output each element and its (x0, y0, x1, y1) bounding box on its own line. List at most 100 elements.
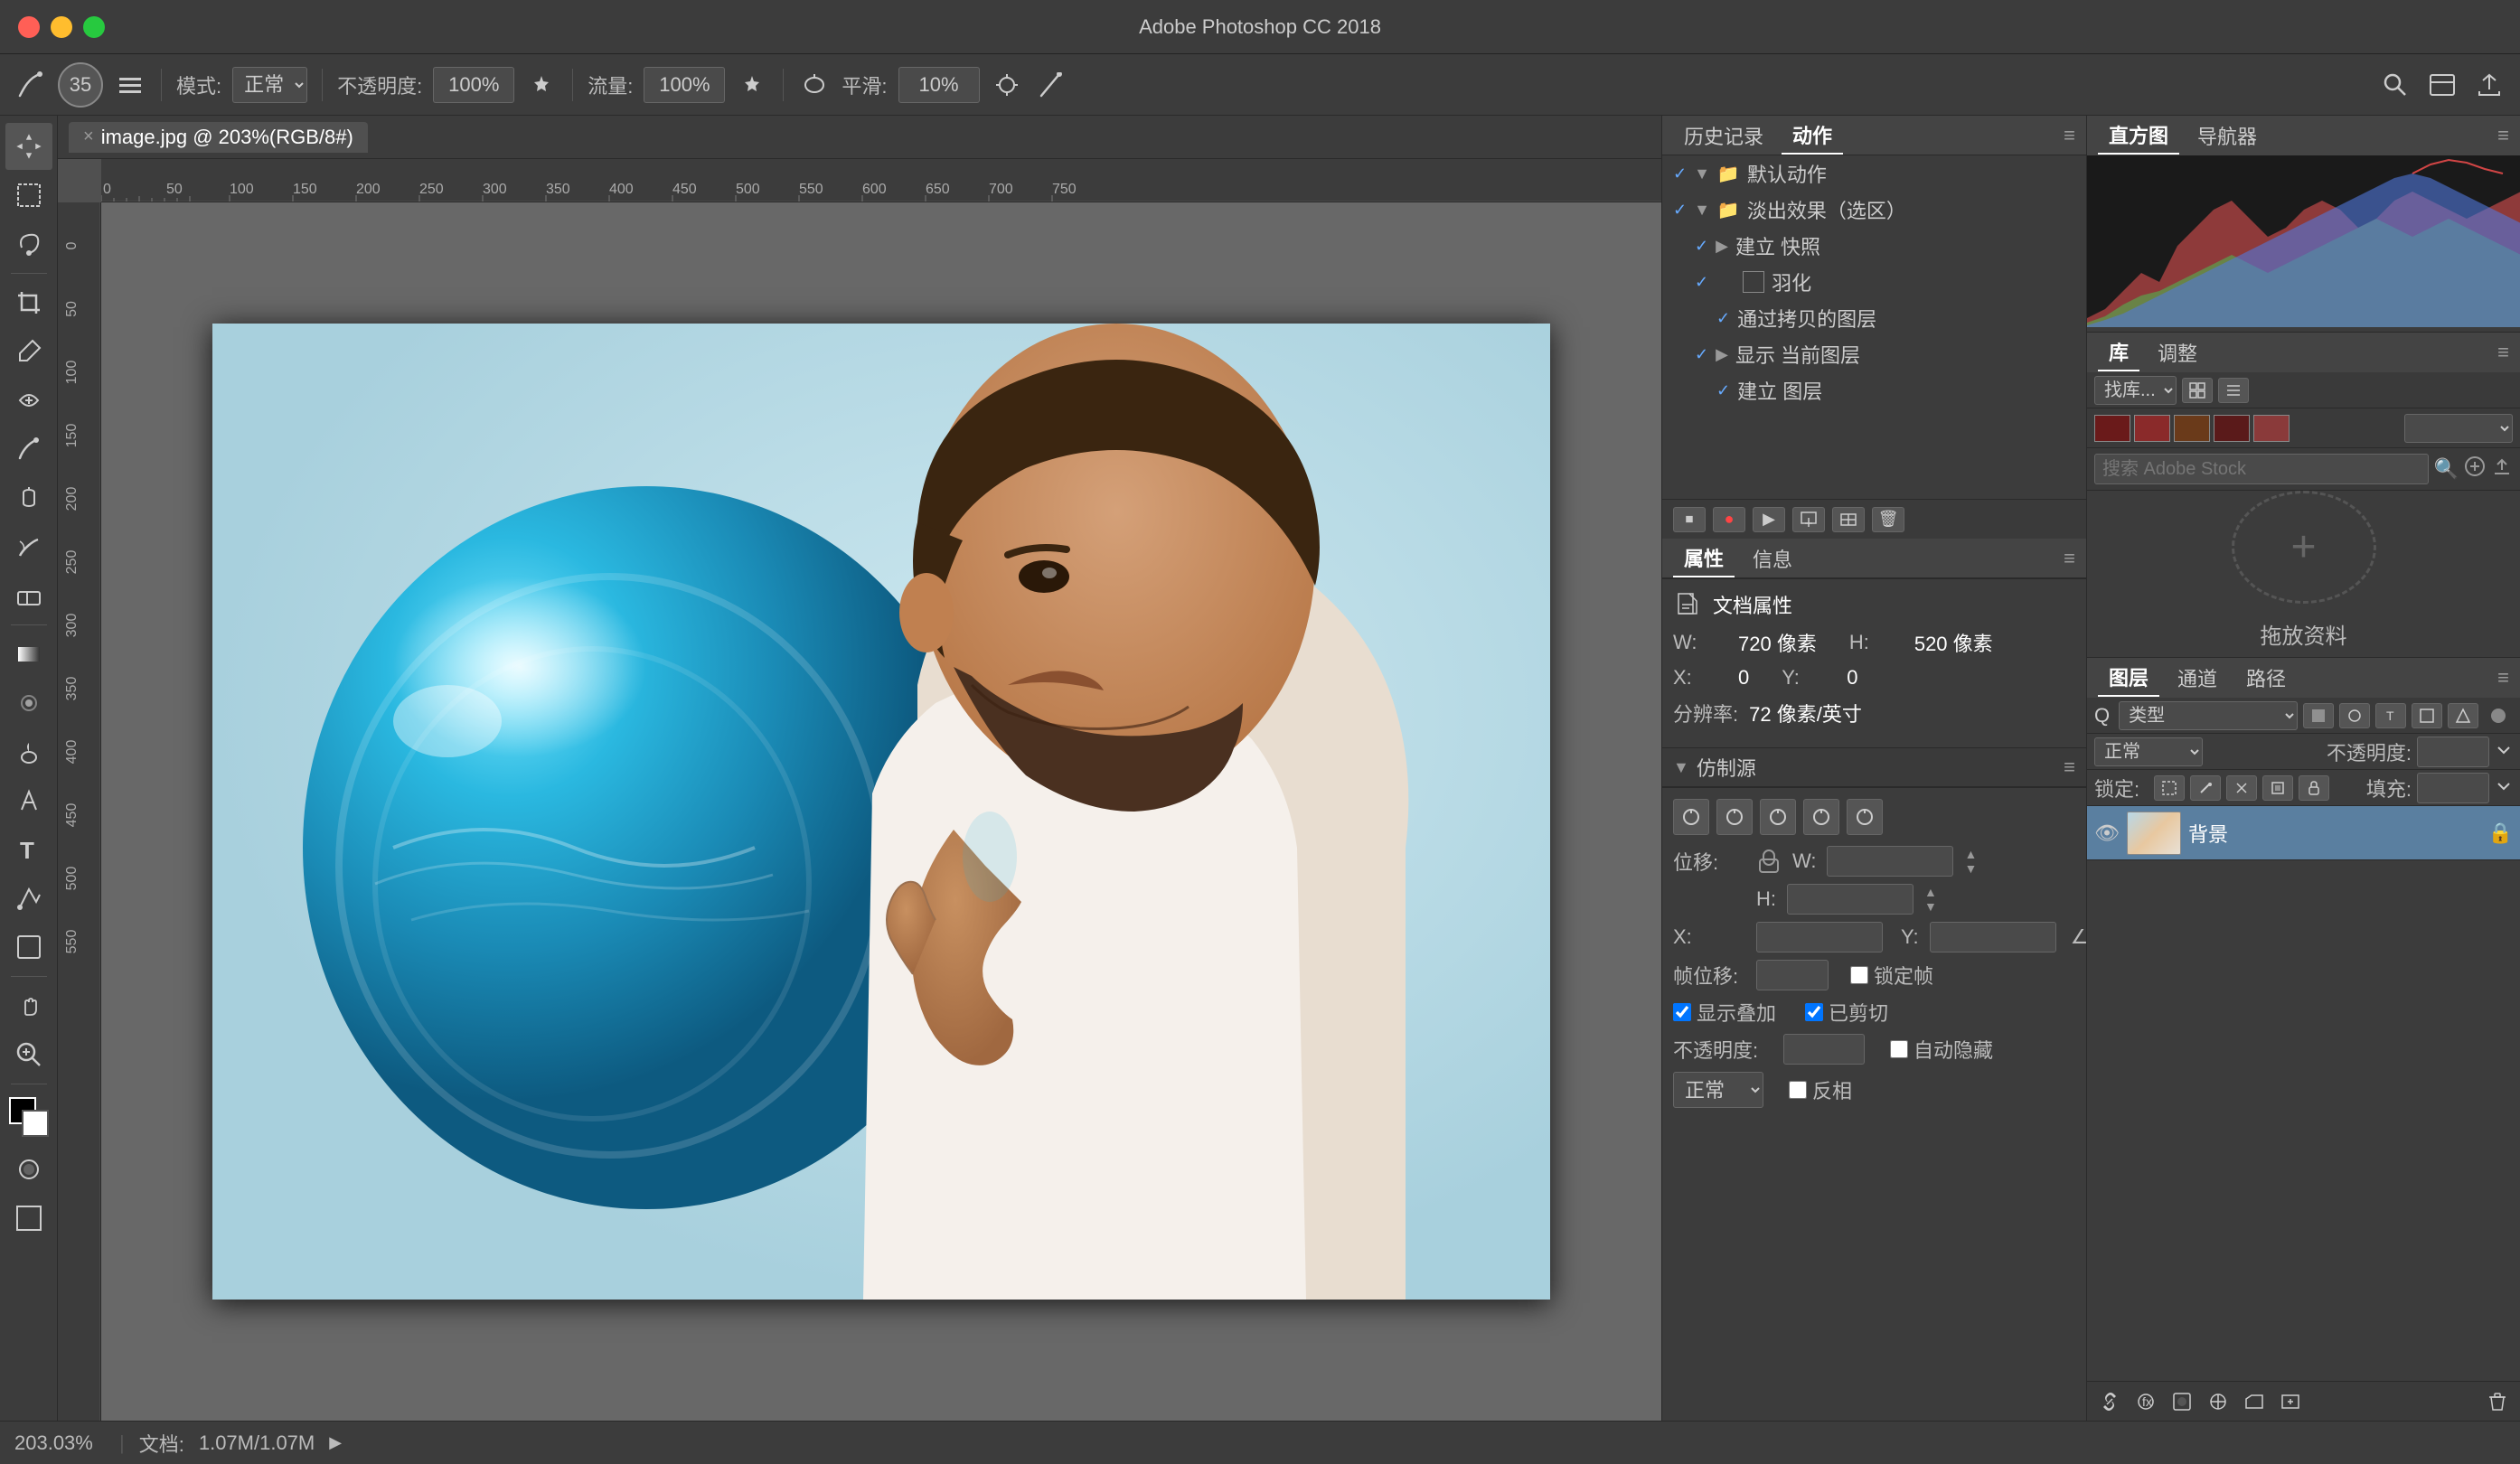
lock-position-btn[interactable] (2226, 775, 2257, 801)
status-arrow[interactable]: ▶ (329, 1433, 342, 1452)
stock-search-submit[interactable]: 🔍 (2434, 457, 2459, 481)
tool-type[interactable]: T (5, 826, 52, 873)
layer-eye-icon[interactable]: 👁 (2094, 821, 2120, 845)
tool-eyedropper[interactable] (5, 328, 52, 375)
action-item-snapshot[interactable]: ✓ ▶ 建立 快照 (1684, 228, 2086, 264)
tool-quickmask[interactable] (5, 1146, 52, 1193)
brush-options-icon[interactable] (114, 69, 146, 101)
tab-info[interactable]: 信息 (1742, 540, 1803, 577)
x-input[interactable]: 0 像素 (1756, 922, 1883, 953)
search-icon[interactable] (2379, 69, 2412, 101)
tab-properties[interactable]: 属性 (1673, 540, 1735, 577)
lock-frame-checkbox[interactable] (1850, 966, 1868, 984)
action-item-copy-layer[interactable]: ✓ 通过拷贝的图层 (1706, 300, 2086, 336)
swatch-4[interactable] (2214, 415, 2250, 442)
action-item-show-layer[interactable]: ✓ ▶ 显示 当前图层 (1684, 336, 2086, 372)
document-tab-close[interactable]: × (83, 127, 94, 147)
add-adjustment-btn[interactable] (2203, 1389, 2233, 1414)
tool-shape[interactable] (5, 924, 52, 971)
layer-type-select[interactable]: 类型 (2119, 701, 2298, 730)
layer-adjust-btn[interactable] (2339, 703, 2370, 728)
action-expand-icon[interactable]: ▼ (1694, 164, 1710, 183)
tool-marquee[interactable] (5, 172, 52, 219)
opacity-spinner[interactable] (2495, 740, 2513, 764)
share-icon[interactable] (2473, 69, 2506, 101)
stop-btn[interactable]: ⏹ (1673, 507, 1706, 532)
swatch-3[interactable] (2174, 415, 2210, 442)
new-layer-btn[interactable] (2275, 1389, 2306, 1414)
clone-src-3[interactable] (1760, 799, 1796, 835)
layer-type-btn[interactable]: T (2375, 703, 2406, 728)
action-item-default[interactable]: ✓ ▼ 📁 默认动作 (1662, 155, 2086, 192)
add-effect-btn[interactable]: fx (2130, 1389, 2161, 1414)
properties-options-icon[interactable]: ≡ (2064, 547, 2075, 570)
clipped-checkbox[interactable] (1805, 1003, 1823, 1021)
tool-crop[interactable] (5, 279, 52, 326)
auto-hide-checkbox[interactable] (1890, 1040, 1908, 1058)
tab-layers[interactable]: 图层 (2098, 659, 2159, 697)
h-spinners[interactable]: ▲ ▼ (1924, 886, 1937, 913)
delete-btn[interactable]: 🗑 (1872, 507, 1904, 532)
tool-dodge[interactable] (5, 728, 52, 775)
action-expand-icon[interactable]: ▼ (1694, 201, 1710, 220)
tool-move[interactable] (5, 123, 52, 170)
layer-shape-btn[interactable] (2412, 703, 2442, 728)
panel-options-icon[interactable]: ≡ (2064, 124, 2075, 147)
show-overlay-checkbox[interactable] (1673, 1003, 1691, 1021)
opacity-input[interactable]: 100% (433, 67, 514, 103)
canvas-content[interactable] (101, 202, 1661, 1421)
opacity-toggle-icon[interactable] (525, 69, 558, 101)
y-input[interactable]: 0 像素 (1930, 922, 2056, 953)
clone-blend-select[interactable]: 正常 (1673, 1072, 1763, 1108)
clone-src-2[interactable] (1716, 799, 1753, 835)
minimize-button[interactable] (51, 16, 72, 38)
lock-transparent-btn[interactable] (2154, 775, 2185, 801)
action-item-new-layer[interactable]: ✓ 建立 图层 (1706, 372, 2086, 408)
new-group-btn[interactable] (2239, 1389, 2270, 1414)
tool-eraser[interactable] (5, 572, 52, 619)
tab-actions[interactable]: 动作 (1782, 117, 1843, 155)
maximize-button[interactable] (83, 16, 105, 38)
clone-src-5[interactable] (1847, 799, 1883, 835)
tab-channels[interactable]: 通道 (2167, 660, 2228, 696)
invert-checkbox[interactable] (1789, 1081, 1807, 1099)
tab-histogram[interactable]: 直方图 (2098, 117, 2179, 155)
lock-artboard-btn[interactable] (2262, 775, 2293, 801)
w-input[interactable]: 100.0% (1827, 846, 1953, 877)
tab-adjustment[interactable]: 调整 (2147, 334, 2208, 371)
add-mask-btn[interactable] (2167, 1389, 2197, 1414)
tool-brush[interactable] (5, 426, 52, 473)
close-button[interactable] (18, 16, 40, 38)
swatch-5[interactable] (2253, 415, 2290, 442)
action-item-fade[interactable]: ✓ ▼ 📁 淡出效果（选区） (1662, 192, 2086, 228)
document-tab-active[interactable]: × image.jpg @ 203%(RGB/8#) (69, 122, 368, 153)
stock-search-input[interactable] (2094, 454, 2429, 484)
tool-history-brush[interactable] (5, 523, 52, 570)
layer-opacity-input[interactable]: 100% (2417, 737, 2489, 767)
airbrush-icon[interactable] (798, 69, 831, 101)
tool-clone[interactable] (5, 474, 52, 521)
tool-pen[interactable] (5, 777, 52, 824)
tab-paths[interactable]: 路径 (2235, 660, 2297, 696)
w-spinners[interactable]: ▲ ▼ (1964, 848, 1977, 875)
tool-gradient[interactable] (5, 631, 52, 678)
clone-src-4[interactable] (1803, 799, 1839, 835)
clone-opacity-input[interactable]: 100% (1783, 1034, 1865, 1065)
smooth-settings-icon[interactable] (991, 69, 1023, 101)
stock-add-btn[interactable] (2464, 455, 2486, 483)
h-input[interactable]: 100.0% (1787, 884, 1914, 915)
tool-zoom[interactable] (5, 1031, 52, 1078)
new-set-btn[interactable] (1792, 507, 1825, 532)
smooth-input[interactable]: 10% (898, 67, 980, 103)
layer-smart-btn[interactable] (2448, 703, 2478, 728)
action-expand-icon[interactable]: ▶ (1716, 345, 1728, 364)
tab-library[interactable]: 库 (2098, 333, 2139, 371)
action-item-feather[interactable]: ✓ 羽化 (1684, 264, 2086, 300)
clone-options-icon[interactable]: ≡ (2064, 755, 2075, 779)
new-action-btn[interactable] (1832, 507, 1865, 532)
lock-frame-check[interactable]: 锁定帧 (1850, 961, 1933, 990)
show-overlay-check[interactable]: 显示叠加 (1673, 998, 1776, 1027)
tool-heal[interactable] (5, 377, 52, 424)
brush-tool-icon[interactable] (14, 69, 47, 101)
swatch-1[interactable] (2094, 415, 2130, 442)
